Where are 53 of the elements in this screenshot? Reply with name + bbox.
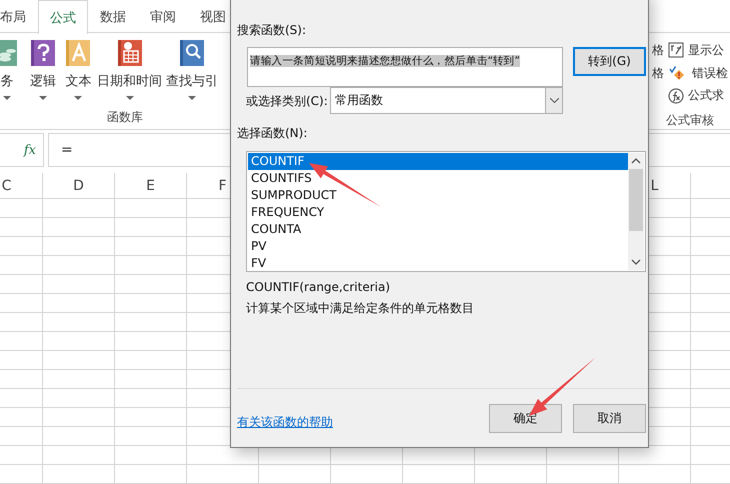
ribbon-button[interactable]: 日期和时间 (98, 33, 162, 109)
question-book-icon (30, 40, 55, 66)
column-header[interactable]: C (0, 173, 43, 198)
calendar-clock-icon (118, 40, 142, 66)
field-label: 或选择类别(C): (246, 92, 328, 108)
cancel-button[interactable]: 取消 (573, 404, 646, 433)
function-description: 计算某个区域中满足给定条件的单元格数目 (246, 300, 475, 316)
scrollbar[interactable] (628, 153, 644, 270)
function-circle-icon (668, 88, 684, 104)
function-item[interactable]: COUNTA (248, 221, 628, 238)
category-dropdown[interactable]: 常用函数 (330, 87, 563, 114)
function-item[interactable]: FREQUENCY (248, 204, 628, 221)
help-link[interactable]: 有关该函数的帮助 (237, 414, 333, 431)
ribbon-tab[interactable]: 公式 (38, 0, 88, 34)
group-label: 函数库 (106, 109, 144, 126)
error-check-icon (669, 66, 684, 80)
function-item[interactable]: PV (248, 238, 628, 255)
ribbon-button[interactable]: 文本 (59, 33, 98, 109)
insert-function-button[interactable]: fx (0, 133, 44, 167)
scroll-thumb[interactable] (629, 169, 643, 231)
formula-sheet-icon (668, 42, 684, 58)
caret-icon (188, 96, 196, 100)
ribbon-button[interactable]: 逻辑 (26, 33, 60, 109)
ribbon-tab[interactable]: 视图 (188, 0, 238, 33)
ribbon-label: 格 (652, 42, 664, 59)
ribbon-tab[interactable]: 布局 (0, 0, 38, 33)
function-list[interactable]: COUNTIF COUNTIFS SUMPRODUCT FREQUENCY COUNTA PV FV (246, 151, 646, 272)
function-item[interactable]: COUNTIF (248, 153, 628, 170)
caret-icon (126, 96, 134, 100)
search-book-icon (180, 40, 204, 66)
go-button[interactable]: 转到(G) (573, 47, 646, 76)
chevron-icon (545, 88, 562, 113)
ribbon-tab[interactable]: 审阅 (138, 0, 188, 33)
letter-book-icon (66, 40, 90, 66)
ribbon-button[interactable]: 显示公 (668, 42, 724, 59)
ribbon-tab[interactable]: 数据 (88, 0, 138, 33)
caret-icon (74, 96, 82, 100)
caret-icon (38, 96, 47, 100)
field-label: 搜索函数(S): (237, 22, 308, 38)
ribbon-button[interactable]: 务 (0, 33, 26, 109)
column-header[interactable]: E (115, 173, 187, 198)
ribbon-label: 格 (652, 64, 664, 82)
function-syntax: COUNTIF(range,criteria) (246, 279, 391, 295)
function-item[interactable]: FV (248, 255, 628, 272)
caret-icon (3, 96, 12, 100)
search-field[interactable]: 请输入一条简短说明来描述您想做什么，然后单击“转到” (247, 47, 563, 87)
field-label: 选择函数(N): (237, 125, 308, 141)
ribbon-button[interactable]: 公式求 (668, 87, 724, 104)
column-header[interactable]: D (43, 173, 115, 198)
ribbon-button[interactable]: 错误检 (668, 64, 728, 82)
group-label: 公式审核 (665, 112, 715, 129)
coins-icon (0, 40, 18, 66)
ribbon-button[interactable]: 查找与引 (162, 33, 222, 109)
